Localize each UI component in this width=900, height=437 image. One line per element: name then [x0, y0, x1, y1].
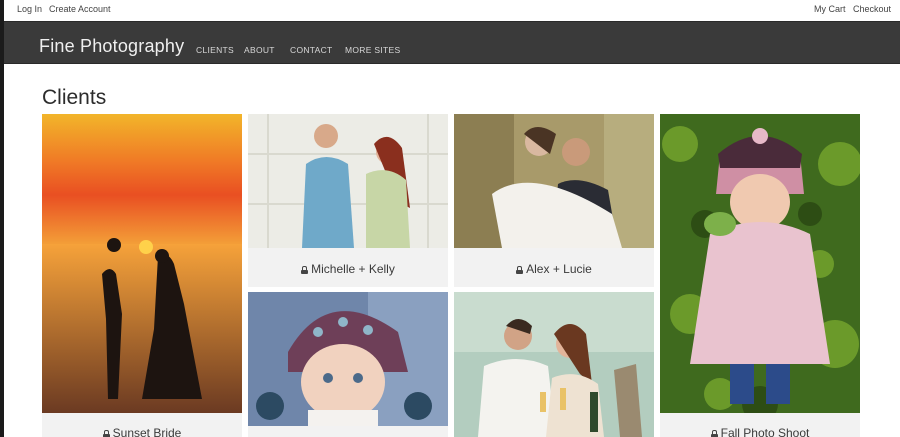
- nav-link-clients[interactable]: CLIENTS: [196, 45, 234, 55]
- gallery-photo[interactable]: [248, 292, 448, 426]
- checkout-link[interactable]: Checkout: [853, 4, 891, 14]
- lock-icon: [301, 266, 309, 274]
- lock-icon: [710, 430, 718, 437]
- gallery-card-champagne-couple[interactable]: [454, 292, 654, 437]
- gallery-caption: Alex + Lucie: [454, 262, 654, 276]
- lock-icon: [516, 266, 524, 274]
- nav-link-more-sites[interactable]: MORE SITES: [345, 45, 400, 55]
- my-cart-link[interactable]: My Cart: [814, 4, 846, 14]
- lock-icon: [102, 430, 110, 437]
- site-brand[interactable]: Fine Photography: [39, 36, 184, 57]
- page: Log In Create Account My Cart Checkout F…: [4, 0, 900, 437]
- gallery-card-fall-photo-shoot[interactable]: Fall Photo Shoot: [660, 114, 860, 437]
- gallery-photo[interactable]: [42, 114, 242, 413]
- gallery-card-alex-lucie[interactable]: Alex + Lucie: [454, 114, 654, 287]
- main-navbar: Fine Photography CLIENTS ABOUT CONTACT M…: [4, 21, 900, 64]
- gallery-caption: Michelle + Kelly: [248, 262, 448, 276]
- login-link[interactable]: Log In: [17, 4, 42, 14]
- gallery-photo[interactable]: [248, 114, 448, 248]
- gallery-photo[interactable]: [454, 114, 654, 248]
- gallery-card-sunset-bride[interactable]: Sunset Bride: [42, 114, 242, 437]
- gallery-photo[interactable]: [454, 292, 654, 437]
- gallery-caption: Fall Photo Shoot: [660, 426, 860, 437]
- gallery-card-michelle-kelly[interactable]: Michelle + Kelly: [248, 114, 448, 287]
- gallery-photo[interactable]: [660, 114, 860, 413]
- gallery-caption: Sunset Bride: [42, 426, 242, 437]
- create-account-link[interactable]: Create Account: [49, 4, 111, 14]
- page-title: Clients: [42, 86, 107, 109]
- top-utility-bar: Log In Create Account My Cart Checkout: [4, 0, 900, 20]
- nav-link-about[interactable]: ABOUT: [244, 45, 275, 55]
- gallery-card-baby-portrait[interactable]: [248, 292, 448, 437]
- nav-link-contact[interactable]: CONTACT: [290, 45, 333, 55]
